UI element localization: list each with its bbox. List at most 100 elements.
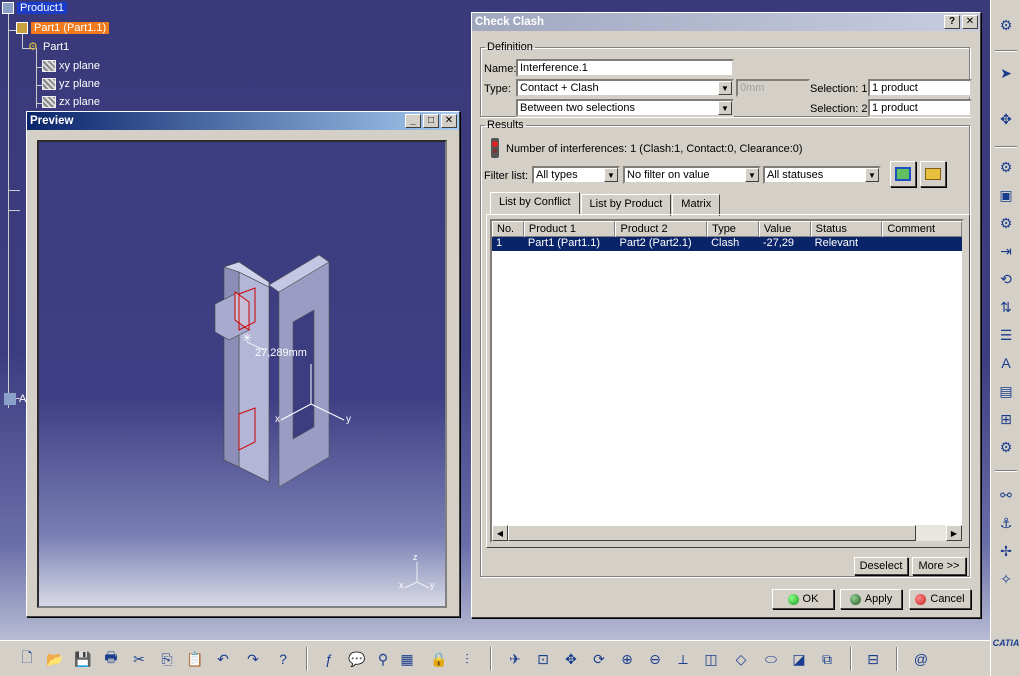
column-type[interactable]: Type xyxy=(707,221,759,237)
existing-component-icon[interactable]: ⇥ xyxy=(995,240,1017,262)
table-row[interactable]: 1 Part1 (Part1.1) Part2 (Part2.1) Clash … xyxy=(492,237,962,251)
tree-node-part-instance[interactable]: Part1 (Part1.1) xyxy=(16,22,110,34)
apply-button[interactable]: Apply xyxy=(840,589,902,609)
column-comment[interactable]: Comment xyxy=(882,221,962,237)
column-product2[interactable]: Product 2 xyxy=(615,221,708,237)
gear-icon[interactable]: ⚙ xyxy=(995,14,1017,36)
ok-button[interactable]: OK xyxy=(772,589,834,609)
column-status[interactable]: Status xyxy=(810,221,883,237)
move-icon[interactable]: ✥ xyxy=(995,108,1017,130)
renumber-icon[interactable]: ☰ xyxy=(995,324,1017,346)
tab-list-by-conflict[interactable]: List by Conflict xyxy=(490,192,580,214)
deselect-button[interactable]: Deselect xyxy=(854,557,908,575)
formula-icon[interactable]: ƒ xyxy=(318,648,340,670)
iso-view-icon[interactable]: ◇ xyxy=(730,648,752,670)
save-icon[interactable]: 💾 xyxy=(72,648,94,670)
pan-icon[interactable]: ✥ xyxy=(560,648,582,670)
rotate-icon[interactable]: ⟳ xyxy=(588,648,610,670)
more-button[interactable]: More >> xyxy=(912,557,966,575)
undo-icon[interactable]: ↶ xyxy=(212,648,234,670)
chevron-down-icon[interactable]: ▼ xyxy=(718,101,732,115)
dialog-titlebar[interactable]: Check Clash ? ✕ xyxy=(472,13,980,31)
swap-space-icon[interactable]: ⧉ xyxy=(816,648,838,670)
copy-icon[interactable]: ⎘ xyxy=(156,648,178,670)
chevron-down-icon[interactable]: ▼ xyxy=(718,81,732,95)
check-clash-dialog[interactable]: Check Clash ? ✕ Definition Name: Interfe… xyxy=(471,12,981,618)
column-value[interactable]: Value xyxy=(758,221,811,237)
print-icon[interactable]: 🖶 xyxy=(100,648,122,670)
reorder-icon[interactable]: ⇅ xyxy=(995,296,1017,318)
maximize-button[interactable]: □ xyxy=(423,114,439,128)
help-button[interactable]: ? xyxy=(944,15,960,29)
scroll-left-icon[interactable]: ◀ xyxy=(492,525,508,541)
shading-icon[interactable]: ⬭ xyxy=(760,648,782,670)
column-no[interactable]: No. xyxy=(492,221,524,237)
filter-types-select[interactable]: All types ▼ xyxy=(532,166,620,184)
cut-icon[interactable]: ✂ xyxy=(128,648,150,670)
filter-value-select[interactable]: No filter on value ▼ xyxy=(623,166,761,184)
tree-node-zx-plane[interactable]: zx plane xyxy=(42,96,100,108)
multi-instance-icon[interactable]: ▤ xyxy=(995,380,1017,402)
knowledge-icon[interactable]: ⚲ xyxy=(372,648,394,670)
scroll-right-icon[interactable]: ▶ xyxy=(946,525,962,541)
new-file-icon[interactable]: 🗋 xyxy=(16,648,38,670)
preview-window[interactable]: Preview _ □ ✕ ✳ 27,289mm y x z y x xyxy=(26,111,460,617)
lock-icon[interactable]: 🔒 xyxy=(428,648,450,670)
close-button[interactable]: ✕ xyxy=(962,15,978,29)
redo-icon[interactable]: ↷ xyxy=(242,648,264,670)
type-select[interactable]: Contact + Clash ▼ xyxy=(516,79,734,97)
clearance-input[interactable]: 0mm xyxy=(736,79,810,97)
chevron-down-icon[interactable]: ▼ xyxy=(745,168,759,182)
horizontal-scrollbar[interactable]: ◀ ▶ xyxy=(492,525,962,541)
close-button[interactable]: ✕ xyxy=(441,114,457,128)
explode-icon[interactable]: ✧ xyxy=(995,568,1017,590)
selection1-input[interactable]: 1 product xyxy=(868,79,972,97)
selection2-input[interactable]: 1 product xyxy=(868,99,972,117)
zoom-out-icon[interactable]: ⊖ xyxy=(644,648,666,670)
cancel-button[interactable]: Cancel xyxy=(909,589,971,609)
tree-node-part[interactable]: ⚙ Part1 xyxy=(28,41,69,53)
pattern-icon[interactable]: ⚙ xyxy=(995,436,1017,458)
minimize-button[interactable]: _ xyxy=(405,114,421,128)
quick-view-icon[interactable]: ◫ xyxy=(700,648,722,670)
insert-product-icon[interactable]: ▣ xyxy=(995,184,1017,206)
compass-icon[interactable]: ✢ xyxy=(995,540,1017,562)
tree-node-product[interactable]: Product1 xyxy=(2,2,68,14)
select-arrow-icon[interactable]: ➤ xyxy=(995,62,1017,84)
fit-all-icon[interactable]: ⊡ xyxy=(532,648,554,670)
conflict-table[interactable]: No. Product 1 Product 2 Type Value Statu… xyxy=(490,219,964,543)
tree-node-xy-plane[interactable]: xy plane xyxy=(42,60,100,72)
catalog-icon[interactable]: ⊟ xyxy=(862,648,884,670)
chevron-down-icon[interactable]: ▼ xyxy=(865,168,879,182)
tree-node-yz-plane[interactable]: yz plane xyxy=(42,78,100,90)
preview-titlebar[interactable]: Preview _ □ ✕ xyxy=(27,112,459,130)
text-icon[interactable]: A xyxy=(995,352,1017,374)
assembly-icon[interactable]: ⚙ xyxy=(995,156,1017,178)
parameters-icon[interactable]: ⫶ xyxy=(456,648,478,670)
tree-icon[interactable]: ⊞ xyxy=(995,408,1017,430)
open-folder-icon[interactable]: 📂 xyxy=(44,648,66,670)
table-icon[interactable]: ▦ xyxy=(396,648,418,670)
name-input[interactable]: Interference.1 xyxy=(516,59,734,77)
scroll-thumb[interactable] xyxy=(508,525,916,541)
tab-list-by-product[interactable]: List by Product xyxy=(580,194,672,216)
scope-select[interactable]: Between two selections ▼ xyxy=(516,99,734,117)
sync-icon[interactable]: @ xyxy=(910,648,932,670)
chevron-down-icon[interactable]: ▼ xyxy=(604,168,618,182)
fix-icon[interactable]: ⚓ xyxy=(995,512,1017,534)
normal-view-icon[interactable]: ⟂ xyxy=(672,648,694,670)
fly-mode-icon[interactable]: ✈ xyxy=(504,648,526,670)
replace-icon[interactable]: ⟲ xyxy=(995,268,1017,290)
column-product1[interactable]: Product 1 xyxy=(523,221,616,237)
preview-viewport[interactable]: ✳ 27,289mm y x z y x xyxy=(37,140,447,608)
export-button[interactable] xyxy=(920,161,946,187)
paste-icon[interactable]: 📋 xyxy=(184,648,206,670)
comment-icon[interactable]: 💬 xyxy=(346,648,368,670)
zoom-in-icon[interactable]: ⊕ xyxy=(616,648,638,670)
insert-part-icon[interactable]: ⚙ xyxy=(995,212,1017,234)
hide-show-icon[interactable]: ◪ xyxy=(788,648,810,670)
preview-toggle-button[interactable] xyxy=(890,161,916,187)
tab-matrix[interactable]: Matrix xyxy=(672,194,721,216)
constraint-icon[interactable]: ⚯ xyxy=(995,484,1017,506)
help-cursor-icon[interactable]: ? xyxy=(272,648,294,670)
